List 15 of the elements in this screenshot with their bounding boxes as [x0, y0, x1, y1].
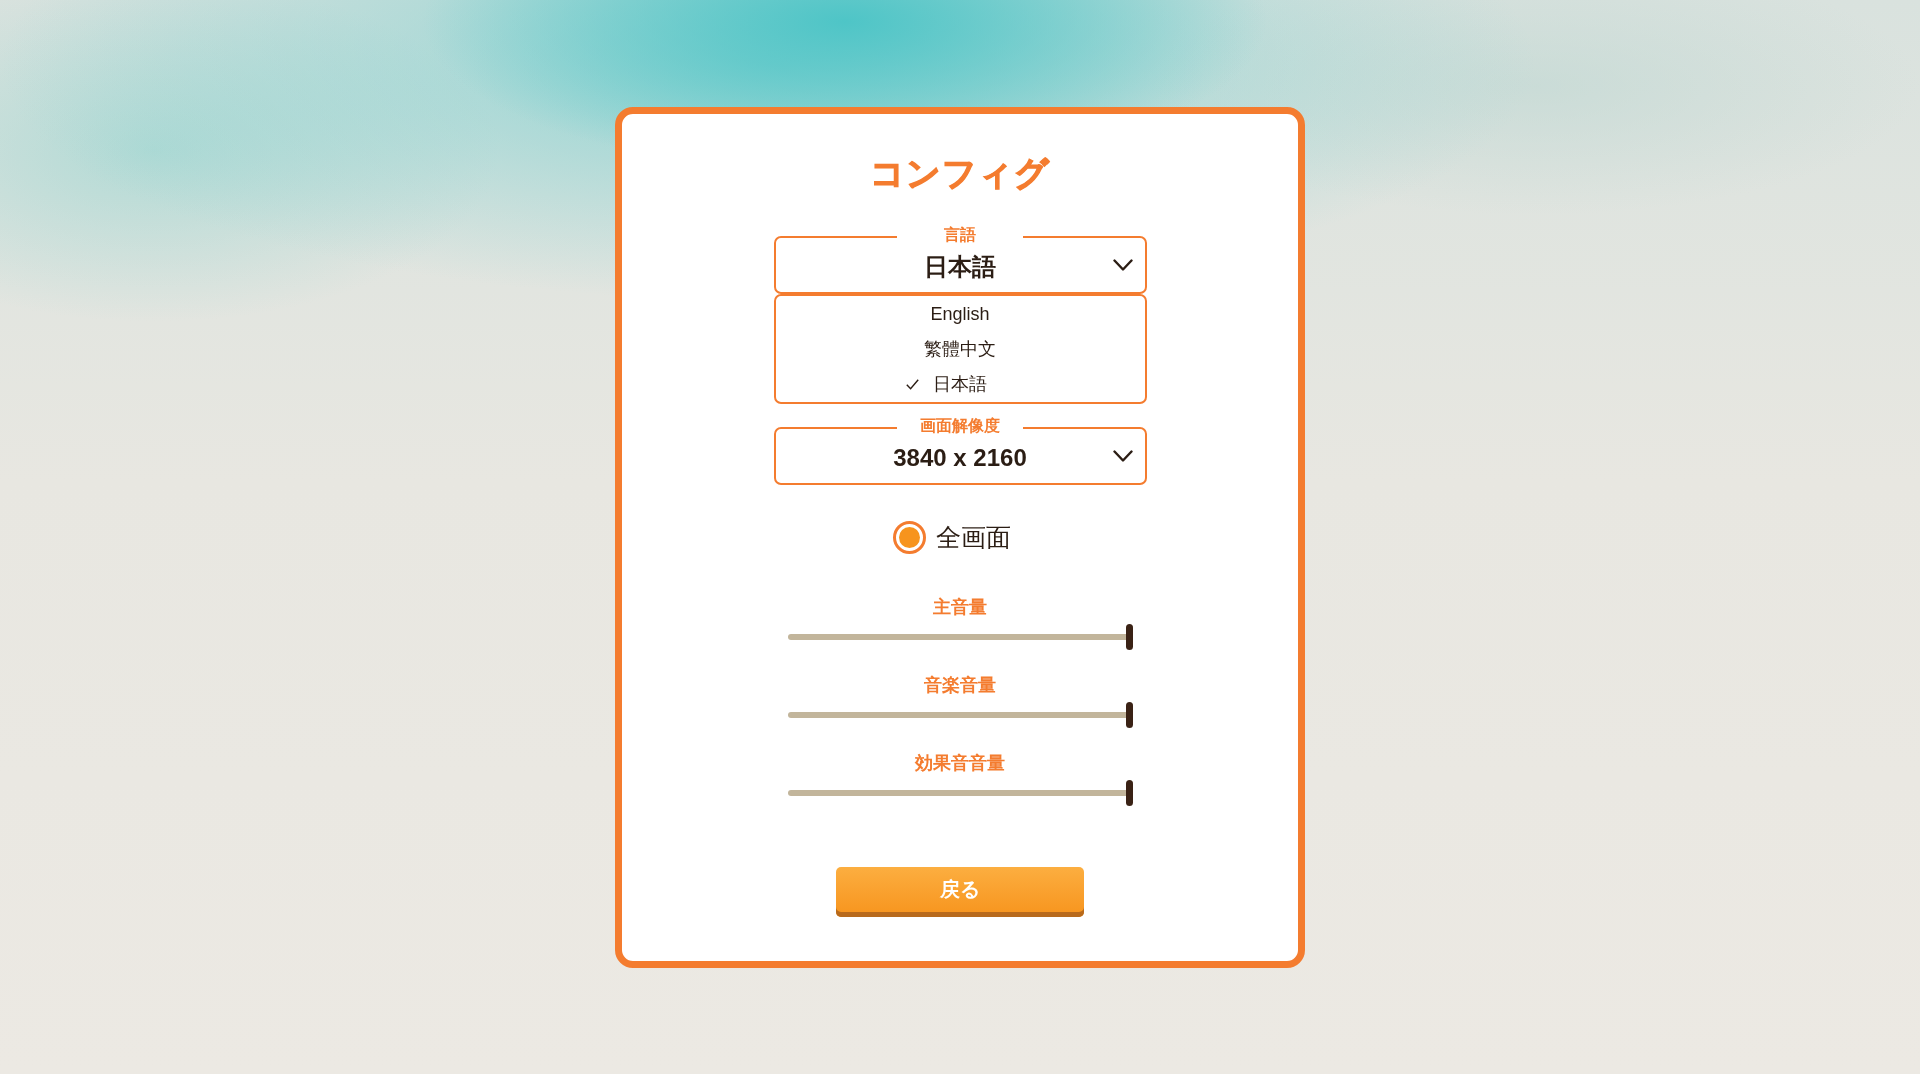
slider-label: 主音量 [933, 595, 987, 619]
dropdown-option[interactable]: 繁體中文 [897, 331, 1023, 367]
slider-label: 効果音音量 [915, 751, 1005, 775]
dropdown-option[interactable]: 日本語 [906, 366, 1014, 402]
check-icon [906, 378, 919, 390]
panel-title: コンフィグ [870, 152, 1050, 193]
slider-label: 音楽音量 [924, 673, 996, 697]
slider-thumb[interactable] [1125, 779, 1133, 806]
chevron-down-icon [1112, 449, 1133, 462]
dropdown-option[interactable]: English [903, 296, 1017, 332]
slider-thumb[interactable] [1125, 623, 1133, 650]
chevron-down-icon [1112, 258, 1133, 271]
radio-label: 全画面 [936, 522, 1011, 553]
radio-button[interactable] [893, 520, 926, 554]
slider-thumb[interactable] [1125, 701, 1133, 728]
